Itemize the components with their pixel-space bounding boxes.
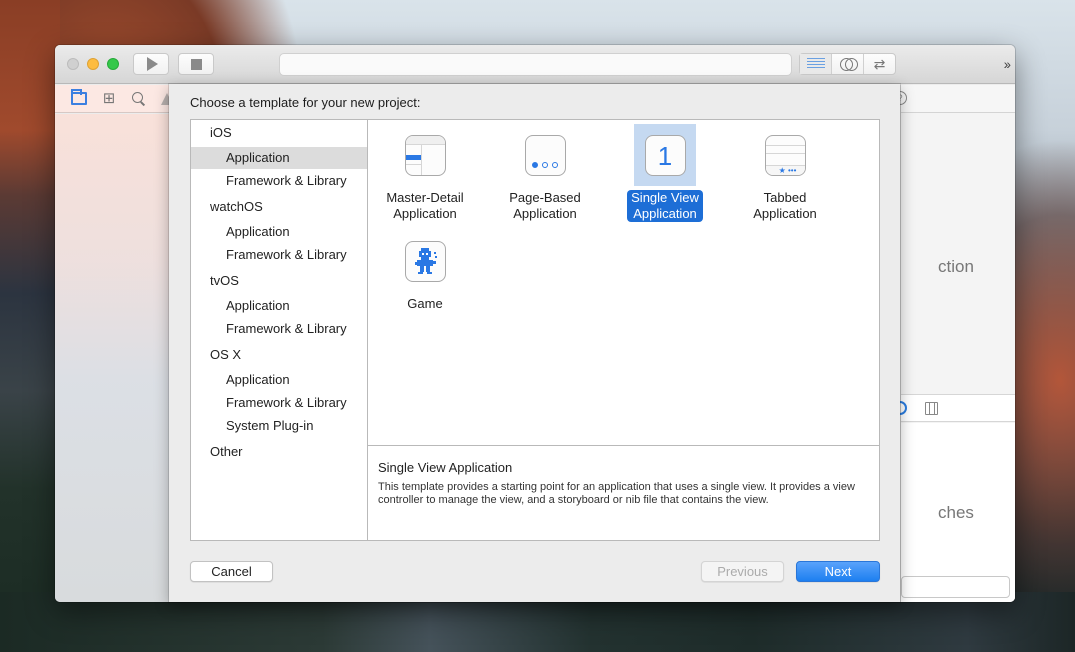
sidebar-group-header[interactable]: OS X xyxy=(191,344,367,366)
template-label: Tabbed Application xyxy=(753,190,817,221)
stop-button[interactable] xyxy=(178,53,214,75)
sidebar-group-header[interactable]: tvOS xyxy=(191,270,367,292)
close-window-button[interactable] xyxy=(67,58,79,70)
sidebar-group-header[interactable]: watchOS xyxy=(191,196,367,218)
library-pane: ches xyxy=(901,423,1015,602)
template-page-based[interactable]: Page-Based Application xyxy=(490,124,600,222)
navigator-selector-bar: ⊞ xyxy=(55,85,173,113)
sidebar-item[interactable]: Framework & Library xyxy=(191,170,367,192)
editor-mode-segmented-control: ⇄ xyxy=(799,53,896,75)
media-library-icon[interactable] xyxy=(925,402,938,415)
window-toolbar: ⇄ ›› xyxy=(55,45,1015,84)
library-selector-bar xyxy=(893,394,1015,422)
master-detail-icon xyxy=(404,134,446,176)
folder-icon[interactable] xyxy=(71,89,87,105)
sidebar-item[interactable]: Application xyxy=(191,295,367,317)
template-icon-frame xyxy=(394,124,456,186)
toolbar-overflow-button[interactable]: ›› xyxy=(1004,56,1011,72)
description-body: This template provides a starting point … xyxy=(378,481,855,506)
sidebar-item[interactable]: System Plug-in xyxy=(191,415,367,437)
version-editor-button[interactable]: ⇄ xyxy=(864,54,895,74)
template-label: Single View Application xyxy=(627,190,703,222)
template-single-view[interactable]: 1 Single View Application xyxy=(610,124,720,222)
arrows-icon: ⇄ xyxy=(873,56,886,72)
template-master-detail[interactable]: Master-Detail Application xyxy=(370,124,480,222)
inspector-selector-bar: ? xyxy=(893,85,1015,113)
lines-icon xyxy=(806,58,825,70)
template-label: Page-Based Application xyxy=(509,190,581,221)
template-icon-frame xyxy=(514,124,576,186)
tabbed-icon: ★ ••• xyxy=(764,134,806,176)
platform-category-list: iOS Application Framework & Library watchOS… xyxy=(190,119,368,541)
sidebar-group-header[interactable]: iOS xyxy=(191,122,367,144)
sidebar-item[interactable]: Application xyxy=(191,369,367,391)
template-icon-frame: ★ ••• xyxy=(754,124,816,186)
navigator-pane xyxy=(55,114,170,602)
cancel-button[interactable]: Cancel xyxy=(190,561,273,582)
assistant-editor-button[interactable] xyxy=(832,54,864,74)
sidebar-item[interactable]: Application xyxy=(191,221,367,243)
sidebar-item[interactable]: Application xyxy=(191,147,367,169)
sidebar-item[interactable]: Framework & Library xyxy=(191,392,367,414)
template-icon-frame: 1 xyxy=(634,124,696,186)
template-content: Master-Detail Application Page-Based Appli… xyxy=(367,119,880,541)
game-icon xyxy=(404,240,446,282)
next-button[interactable]: Next xyxy=(796,561,880,582)
template-tabbed[interactable]: ★ ••• Tabbed Application xyxy=(730,124,840,222)
description-title: Single View Application xyxy=(378,460,513,475)
template-game[interactable]: Game xyxy=(370,230,480,312)
hierarchy-icon[interactable]: ⊞ xyxy=(101,91,117,107)
minimize-window-button[interactable] xyxy=(87,58,99,70)
template-label: Master-Detail Application xyxy=(386,190,464,221)
stop-icon xyxy=(190,58,202,70)
sidebar-group-header[interactable]: Other xyxy=(191,441,367,463)
standard-editor-button[interactable] xyxy=(800,54,832,74)
inspector-pane: ? ction ches xyxy=(893,85,1015,602)
desktop-wallpaper-left xyxy=(0,0,60,652)
template-description: Single View Application This template pr… xyxy=(368,447,879,540)
search-icon[interactable] xyxy=(131,91,147,107)
sidebar-item[interactable]: Framework & Library xyxy=(191,318,367,340)
activity-viewer xyxy=(279,53,792,76)
template-label: Game xyxy=(407,296,443,311)
rings-icon xyxy=(839,57,858,71)
new-project-template-sheet: Choose a template for your new project: … xyxy=(169,84,900,602)
template-grid: Master-Detail Application Page-Based Appli… xyxy=(368,120,879,446)
sidebar-item[interactable]: Framework & Library xyxy=(191,244,367,266)
previous-button[interactable]: Previous xyxy=(701,561,784,582)
page-based-icon xyxy=(524,134,566,176)
zoom-window-button[interactable] xyxy=(107,58,119,70)
library-filter-input[interactable] xyxy=(901,576,1010,598)
template-icon-frame xyxy=(394,230,456,292)
sheet-title: Choose a template for your new project: xyxy=(190,95,421,110)
spaceship-sprite-icon xyxy=(414,247,437,274)
single-view-icon: 1 xyxy=(644,134,686,176)
library-placeholder-text: ches xyxy=(938,503,974,522)
play-icon xyxy=(147,57,158,71)
run-button[interactable] xyxy=(133,53,169,75)
inspector-placeholder-text: ction xyxy=(938,257,974,276)
